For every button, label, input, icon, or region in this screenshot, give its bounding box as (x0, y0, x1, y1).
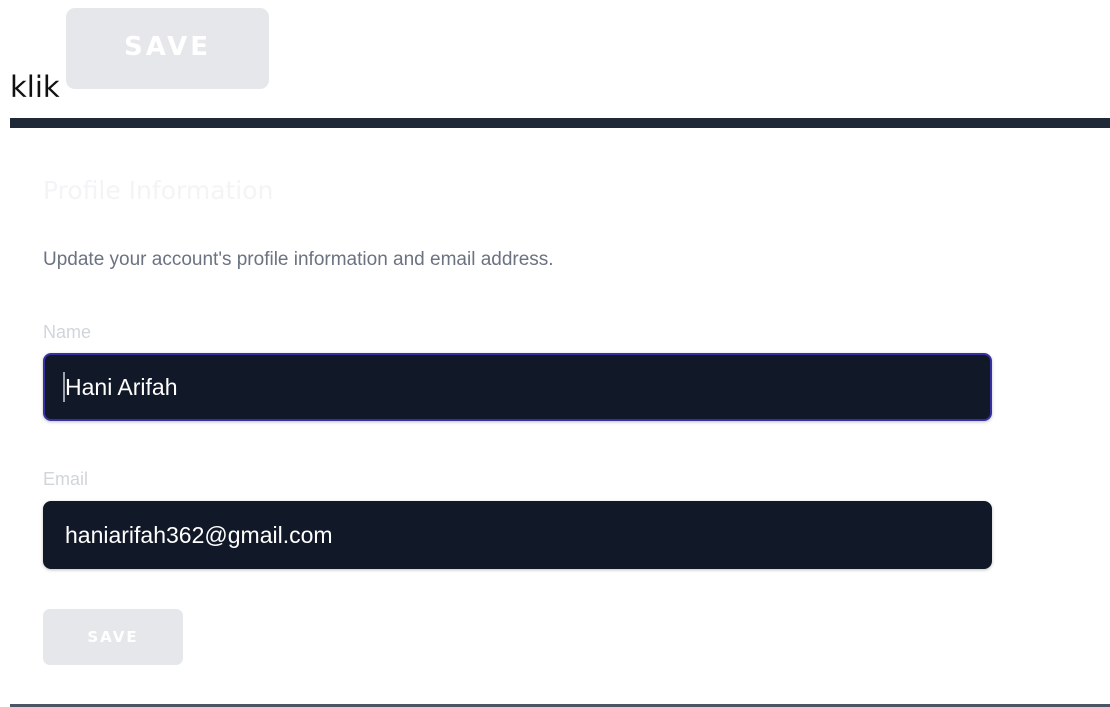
profile-information-card: Profile Information Update your account'… (10, 128, 1110, 704)
email-input[interactable] (43, 501, 992, 569)
text-cursor (63, 372, 65, 402)
name-label: Name (43, 322, 92, 342)
instruction-area: klik SAVE (0, 0, 1110, 118)
instruction-text: klik (10, 70, 60, 104)
section-title: Profile Information (43, 176, 274, 205)
email-label: Email (43, 469, 89, 489)
section-description: Update your account's profile informatio… (43, 249, 554, 270)
save-button[interactable]: SAVE (43, 609, 183, 665)
top-divider (10, 118, 1110, 128)
instruction-save-button[interactable]: SAVE (66, 8, 269, 89)
name-input[interactable] (43, 353, 992, 421)
